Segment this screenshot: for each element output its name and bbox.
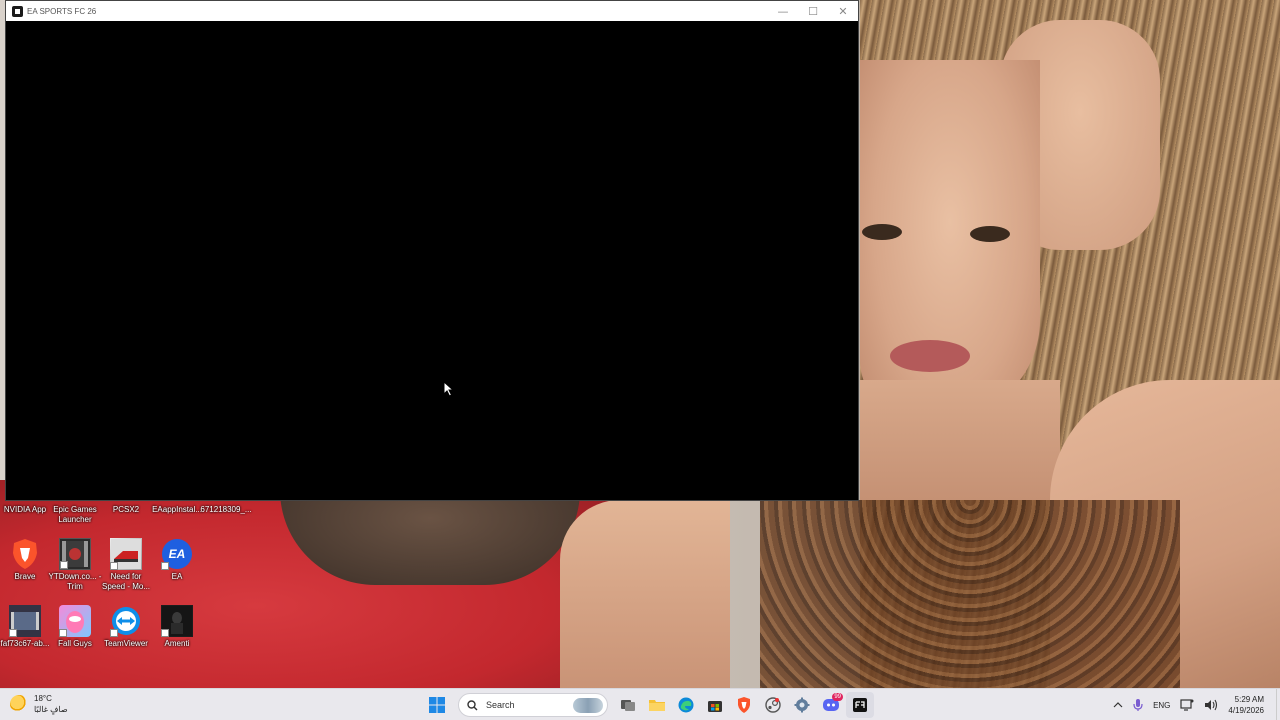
desktop-icon-video-file[interactable]: faf73c67-ab... bbox=[0, 639, 53, 649]
desktop-icon-label: Need for Speed - Mo... bbox=[101, 572, 151, 591]
clock-date: 4/19/2026 bbox=[1228, 706, 1264, 715]
wallpaper-eye bbox=[862, 224, 902, 240]
wallpaper-neck bbox=[860, 380, 1060, 500]
video-file-icon[interactable] bbox=[59, 538, 91, 570]
wallpaper-beard bbox=[280, 490, 580, 585]
desktop-icon-label: 671218309_... bbox=[200, 505, 252, 514]
brave-icon[interactable] bbox=[9, 538, 41, 570]
amenti-icon[interactable] bbox=[161, 605, 193, 637]
window-titlebar[interactable]: EA SPORTS FC 26 — ☐ ✕ bbox=[6, 1, 858, 21]
desktop-icon-label: Fall Guys bbox=[58, 639, 92, 648]
desktop-icon-label: YTDown.co... - Trim bbox=[48, 572, 102, 591]
video-file-icon[interactable] bbox=[9, 605, 41, 637]
ea-icon[interactable]: EA bbox=[161, 538, 193, 570]
teamviewer-icon[interactable] bbox=[110, 605, 142, 637]
desktop-icon-ea-installer[interactable]: EAappInstal... bbox=[149, 505, 205, 515]
maximize-button[interactable]: ☐ bbox=[798, 1, 828, 21]
wallpaper-beaded-necklace bbox=[760, 500, 1180, 688]
need-for-speed-icon[interactable] bbox=[110, 538, 142, 570]
minimize-button[interactable]: — bbox=[768, 1, 798, 21]
taskbar: 18°C صافٍ غالبًا Search 99 ENG 5:29 AM 4… bbox=[0, 688, 1280, 720]
desktop-icon-label: TeamViewer bbox=[104, 639, 148, 648]
search-label: Search bbox=[486, 700, 515, 710]
ea-fc-icon bbox=[12, 5, 23, 17]
shortcut-arrow-icon bbox=[59, 629, 67, 637]
desktop-icon-amenti[interactable]: Amenti bbox=[149, 639, 205, 649]
wallpaper-shoulder bbox=[560, 500, 730, 688]
desktop-icon-label: EAappInstal... bbox=[152, 505, 202, 514]
clock-time: 5:29 AM bbox=[1234, 695, 1264, 704]
desktop-icon-epic-games[interactable]: Epic Games Launcher bbox=[47, 505, 103, 525]
desktop-icon-nvidia-app[interactable]: NVIDIA App bbox=[0, 505, 53, 515]
desktop-icon-label: faf73c67-ab... bbox=[0, 639, 50, 648]
taskbar-search-box[interactable]: Search bbox=[458, 693, 608, 717]
taskbar-clock[interactable]: 5:29 AM 4/19/2026 bbox=[1228, 694, 1264, 716]
desktop-icon-ytdown[interactable]: YTDown.co... - Trim bbox=[47, 572, 103, 592]
desktop-icon-label: Epic Games Launcher bbox=[53, 505, 97, 524]
language-indicator[interactable]: ENG bbox=[1153, 701, 1170, 710]
window-title: EA SPORTS FC 26 bbox=[27, 6, 97, 16]
shortcut-arrow-icon bbox=[110, 562, 118, 570]
taskbar-apps: Search 99 bbox=[423, 692, 875, 718]
desktop-icon-label: Amenti bbox=[164, 639, 190, 648]
store-icon[interactable] bbox=[701, 692, 729, 718]
desktop-icon-teamviewer[interactable]: TeamViewer bbox=[98, 639, 154, 649]
search-highlight-image bbox=[573, 698, 603, 713]
wallpaper-lips bbox=[890, 340, 970, 372]
network-icon[interactable] bbox=[1180, 699, 1194, 711]
file-explorer-icon[interactable] bbox=[643, 692, 671, 718]
task-view-icon[interactable] bbox=[614, 692, 642, 718]
desktop-icon-label: EA bbox=[171, 572, 183, 581]
desktop-icon-need-for-speed[interactable]: Need for Speed - Mo... bbox=[98, 572, 154, 592]
window-controls: — ☐ ✕ bbox=[768, 1, 858, 21]
weather-condition: صافٍ غالبًا bbox=[34, 705, 68, 714]
close-button[interactable]: ✕ bbox=[828, 1, 858, 21]
edge-icon[interactable] bbox=[672, 692, 700, 718]
ea-fc-icon[interactable] bbox=[846, 692, 874, 718]
notification-badge: 99 bbox=[832, 693, 843, 701]
sun-icon bbox=[10, 695, 28, 713]
settings-icon[interactable] bbox=[788, 692, 816, 718]
volume-icon[interactable] bbox=[1204, 699, 1218, 711]
desktop-icon-file[interactable]: 671218309_... bbox=[198, 505, 254, 515]
game-viewport[interactable] bbox=[6, 21, 858, 500]
steam-icon[interactable] bbox=[759, 692, 787, 718]
wallpaper-eye bbox=[970, 226, 1010, 242]
shortcut-arrow-icon bbox=[161, 562, 169, 570]
show-desktop-button[interactable] bbox=[1276, 689, 1280, 720]
discord-icon[interactable]: 99 bbox=[817, 692, 845, 718]
show-hidden-icons-chevron-up-icon[interactable] bbox=[1113, 701, 1123, 709]
shortcut-arrow-icon bbox=[161, 629, 169, 637]
mouse-cursor-icon bbox=[443, 381, 455, 397]
shortcut-arrow-icon bbox=[60, 561, 68, 569]
desktop-icon-fall-guys[interactable]: Fall Guys bbox=[47, 639, 103, 649]
shortcut-arrow-icon bbox=[9, 629, 17, 637]
windows-start-icon[interactable] bbox=[423, 692, 451, 718]
microphone-icon[interactable] bbox=[1133, 698, 1143, 712]
desktop-icon-label: NVIDIA App bbox=[3, 505, 47, 514]
desktop-icon-label: Brave bbox=[14, 572, 36, 581]
weather-widget[interactable]: 18°C صافٍ غالبًا bbox=[10, 693, 68, 715]
desktop-icon-brave[interactable]: Brave bbox=[0, 572, 53, 582]
desktop-icon-label: PCSX2 bbox=[112, 505, 140, 514]
fall-guys-icon[interactable] bbox=[59, 605, 91, 637]
weather-temperature: 18°C bbox=[34, 694, 52, 703]
brave-icon[interactable] bbox=[730, 692, 758, 718]
desktop-icon-pcsx2[interactable]: PCSX2 bbox=[98, 505, 154, 515]
system-tray: ENG 5:29 AM 4/19/2026 bbox=[1113, 689, 1280, 720]
desktop-icon-ea[interactable]: EA bbox=[149, 572, 205, 582]
shortcut-arrow-icon bbox=[110, 629, 118, 637]
search-icon bbox=[467, 699, 478, 710]
game-window[interactable]: EA SPORTS FC 26 — ☐ ✕ bbox=[5, 0, 859, 501]
